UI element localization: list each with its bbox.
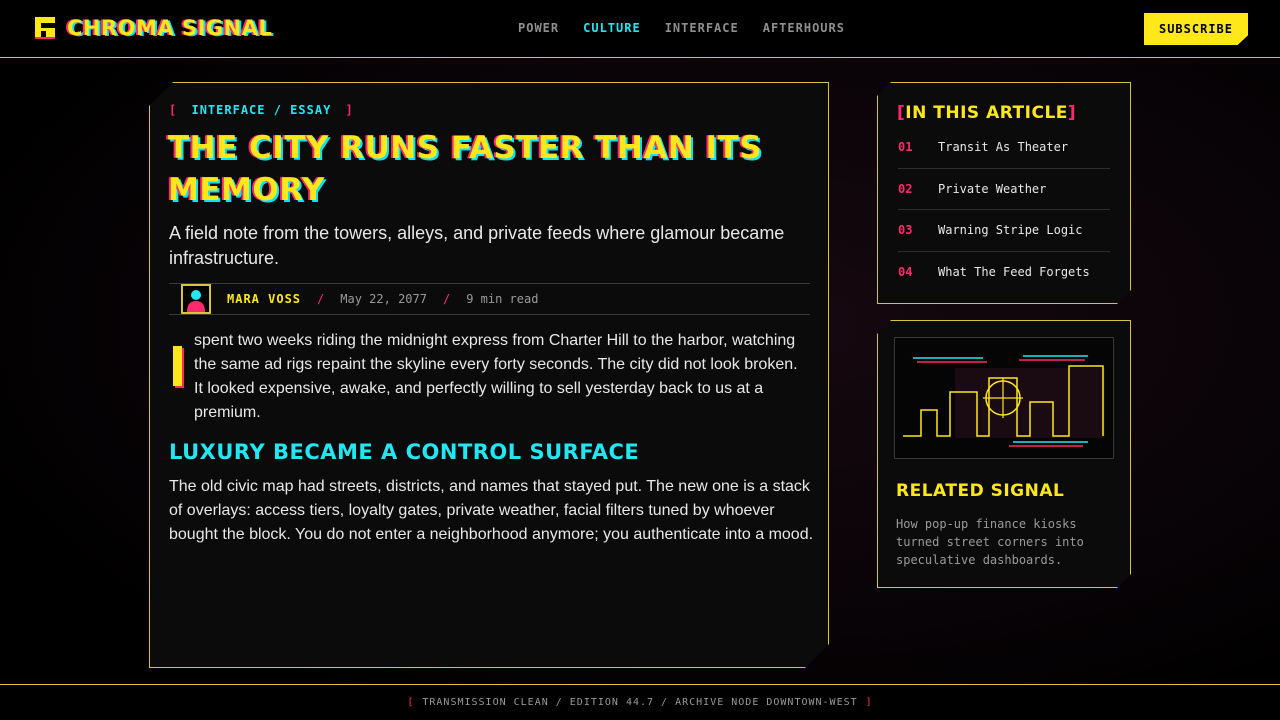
article-paragraph: The old civic map had streets, districts… [169,478,814,543]
site-footer: [ TRANSMISSION CLEAN / EDITION 44.7 / AR… [0,684,1280,720]
main-nav: POWER CULTURE INTERFACE AFTERHOURS [518,21,845,35]
toc-label: Private Weather [938,181,1047,196]
logo-mark-icon [35,17,57,39]
related-summary[interactable]: How pop-up finance kiosks turned street … [896,515,1111,569]
subscribe-button[interactable]: SUBSCRIBE [1144,13,1248,45]
toc-label: Warning Stripe Logic [938,223,1083,238]
nav-item-culture[interactable]: CULTURE [583,21,641,35]
skyline-illustration[interactable] [894,337,1114,459]
footer-text: TRANSMISSION CLEAN / EDITION 44.7 / ARCH… [422,697,858,708]
toc-list: 01 Transit As Theater 02 Private Weather… [898,127,1110,293]
author-avatar[interactable] [181,284,211,314]
toc-item[interactable]: 04 What The Feed Forgets [898,252,1110,294]
read-time: 9 min read [466,292,539,306]
toc-label: What The Feed Forgets [938,265,1090,280]
nav-item-interface[interactable]: INTERFACE [665,21,739,35]
related-heading[interactable]: RELATED SIGNAL [896,481,1064,501]
toc-panel: [IN THIS ARTICLE] 01 Transit As Theater … [877,82,1131,304]
toc-label: Transit As Theater [938,140,1069,155]
toc-number: 01 [898,140,913,155]
site-logo[interactable]: CHROMA SIGNAL [35,16,272,40]
article-kicker: [ INTERFACE / ESSAY ] [169,103,354,117]
related-panel: RELATED SIGNAL How pop-up finance kiosks… [877,320,1131,588]
toc-item[interactable]: 03 Warning Stripe Logic [898,210,1110,252]
toc-number: 04 [898,265,913,280]
toc-item[interactable]: 02 Private Weather [898,169,1110,211]
article-paragraph: spent two weeks riding the midnight expr… [194,332,798,421]
nav-item-afterhours[interactable]: AFTERHOURS [763,21,845,35]
article-dek: A field note from the towers, alleys, an… [169,223,785,268]
byline: MARA VOSS / May 22, 2077 / 9 min read [169,283,810,315]
byline-separator: / [442,292,451,306]
nav-item-power[interactable]: POWER [518,21,559,35]
site-name: CHROMA SIGNAL [67,16,273,40]
toc-number: 03 [898,223,913,238]
article-panel: [ INTERFACE / ESSAY ] THE CITY RUNS FAST… [149,82,829,668]
toc-heading: [IN THIS ARTICLE] [897,103,1077,123]
article-title: THE CITY RUNS FASTER THAN ITS MEMORY [168,130,763,208]
drop-cap-bar [173,346,182,386]
publish-date: May 22, 2077 [340,292,427,306]
author-name[interactable]: MARA VOSS [227,292,301,306]
toc-item[interactable]: 01 Transit As Theater [898,127,1110,169]
byline-separator: / [317,292,325,306]
toc-number: 02 [898,181,913,196]
article-subhead: LUXURY BECAME A CONTROL SURFACE [169,440,640,464]
site-header: CHROMA SIGNAL POWER CULTURE INTERFACE AF… [0,0,1280,58]
kicker-text[interactable]: INTERFACE / ESSAY [191,103,331,117]
